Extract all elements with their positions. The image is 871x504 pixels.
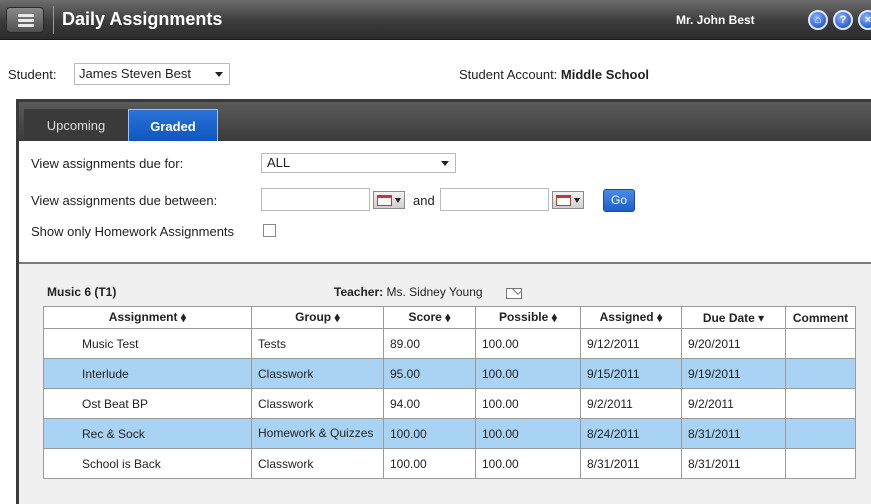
possible-cell: 100.00: [475, 358, 581, 389]
calendar-icon: [377, 195, 392, 206]
tab-bar: Upcoming Graded: [19, 102, 871, 141]
assigned-cell: 8/24/2011: [580, 418, 682, 449]
score-cell: 89.00: [383, 328, 476, 359]
due-cell: 9/19/2011: [681, 358, 786, 389]
homework-only-checkbox[interactable]: [263, 224, 276, 237]
top-bar: Daily Assignments Mr. John Best ⌂ ? ×: [0, 0, 871, 40]
col-assignment[interactable]: Assignment ⬧: [43, 306, 252, 329]
col-assigned[interactable]: Assigned ⬧: [580, 306, 682, 329]
col-group[interactable]: Group ⬧: [251, 306, 384, 329]
group-cell: Classwork: [251, 358, 384, 389]
start-date-input[interactable]: [261, 188, 370, 211]
assigned-cell: 8/31/2011: [580, 448, 682, 479]
teacher-name: Ms. Sidney Young: [386, 285, 483, 299]
due-cell: 9/20/2011: [681, 328, 786, 359]
comment-cell: [785, 328, 856, 359]
score-cell: 95.00: [383, 358, 476, 389]
col-due-date[interactable]: Due Date ▾: [681, 306, 786, 329]
student-account: Student Account: Middle School: [459, 67, 649, 82]
due-cell: 9/2/2011: [681, 388, 786, 419]
calendar-icon: [556, 195, 571, 206]
go-button[interactable]: Go: [603, 189, 635, 212]
due-for-label: View assignments due for:: [31, 156, 184, 171]
table-row[interactable]: Interlude Classwork 95.00 100.00 9/15/20…: [43, 358, 856, 389]
assignment-cell: Rec & Sock: [43, 418, 252, 449]
page-title: Daily Assignments: [62, 9, 223, 29]
col-possible[interactable]: Possible ⬧: [475, 306, 581, 329]
comment-cell: [785, 358, 856, 389]
and-label: and: [413, 193, 435, 208]
table-row[interactable]: School is Back Classwork 100.00 100.00 8…: [43, 448, 856, 479]
due-cell: 8/31/2011: [681, 418, 786, 449]
filters-section: View assignments due for: ALL View assig…: [19, 141, 871, 264]
tab-graded[interactable]: Graded: [128, 109, 218, 141]
end-calendar-button[interactable]: [552, 191, 584, 209]
possible-cell: 100.00: [475, 418, 581, 449]
group-cell: Homework & Quizzes: [251, 418, 384, 449]
assigned-cell: 9/12/2011: [580, 328, 682, 359]
home-icon[interactable]: ⌂: [808, 10, 828, 30]
course-title: Music 6 (T1): [47, 285, 117, 299]
comment-cell: [785, 388, 856, 419]
possible-cell: 100.00: [475, 328, 581, 359]
assignment-cell: Ost Beat BP: [43, 388, 252, 419]
menu-icon[interactable]: [6, 7, 44, 33]
mail-icon[interactable]: [506, 288, 522, 299]
grades-table: Assignment ⬧ Group ⬧ Score ⬧ Possible ⬧ …: [43, 306, 856, 479]
score-cell: 100.00: [383, 448, 476, 479]
table-row[interactable]: Ost Beat BP Classwork 94.00 100.00 9/2/2…: [43, 388, 856, 419]
homework-only-label: Show only Homework Assignments: [31, 224, 235, 239]
chevron-down-icon: [574, 198, 580, 203]
chevron-down-icon: [441, 161, 449, 166]
col-score[interactable]: Score ⬧: [383, 306, 476, 329]
assigned-cell: 9/15/2011: [580, 358, 682, 389]
teacher-info: Teacher: Ms. Sidney Young: [334, 285, 483, 299]
comment-cell: [785, 448, 856, 479]
start-calendar-button[interactable]: [373, 191, 405, 209]
col-comment: Comment: [785, 306, 856, 329]
possible-cell: 100.00: [475, 448, 581, 479]
assignments-panel: Upcoming Graded View assignments due for…: [16, 99, 871, 504]
group-cell: Tests: [251, 328, 384, 359]
due-for-value: ALL: [267, 155, 291, 170]
title-divider: [53, 6, 54, 34]
student-select[interactable]: James Steven Best: [74, 63, 230, 85]
table-row[interactable]: Rec & Sock Homework & Quizzes 100.00 100…: [43, 418, 856, 449]
comment-cell: [785, 418, 856, 449]
tab-upcoming[interactable]: Upcoming: [24, 109, 128, 141]
user-name[interactable]: Mr. John Best: [676, 13, 755, 27]
between-label: View assignments due between:: [31, 193, 218, 208]
close-icon[interactable]: ×: [858, 10, 871, 30]
teacher-label: Teacher:: [334, 285, 384, 299]
graded-results: Music 6 (T1) Teacher: Ms. Sidney Young A…: [19, 264, 871, 504]
student-label: Student:: [8, 67, 57, 82]
score-cell: 100.00: [383, 418, 476, 449]
assignment-cell: Interlude: [43, 358, 252, 389]
group-cell: Classwork: [251, 388, 384, 419]
help-icon[interactable]: ?: [833, 10, 853, 30]
end-date-input[interactable]: [440, 188, 549, 211]
chevron-down-icon: [395, 198, 401, 203]
assigned-cell: 9/2/2011: [580, 388, 682, 419]
due-for-select[interactable]: ALL: [261, 153, 456, 173]
table-header-row: Assignment ⬧ Group ⬧ Score ⬧ Possible ⬧ …: [43, 306, 856, 329]
table-row[interactable]: Music Test Tests 89.00 100.00 9/12/2011 …: [43, 328, 856, 359]
due-cell: 8/31/2011: [681, 448, 786, 479]
score-cell: 94.00: [383, 388, 476, 419]
group-cell: Classwork: [251, 448, 384, 479]
chevron-down-icon: [215, 72, 223, 77]
account-label: Student Account:: [459, 67, 558, 82]
student-select-value: James Steven Best: [79, 66, 191, 81]
assignment-cell: School is Back: [43, 448, 252, 479]
account-value: Middle School: [560, 67, 650, 82]
possible-cell: 100.00: [475, 388, 581, 419]
assignment-cell: Music Test: [43, 328, 252, 359]
